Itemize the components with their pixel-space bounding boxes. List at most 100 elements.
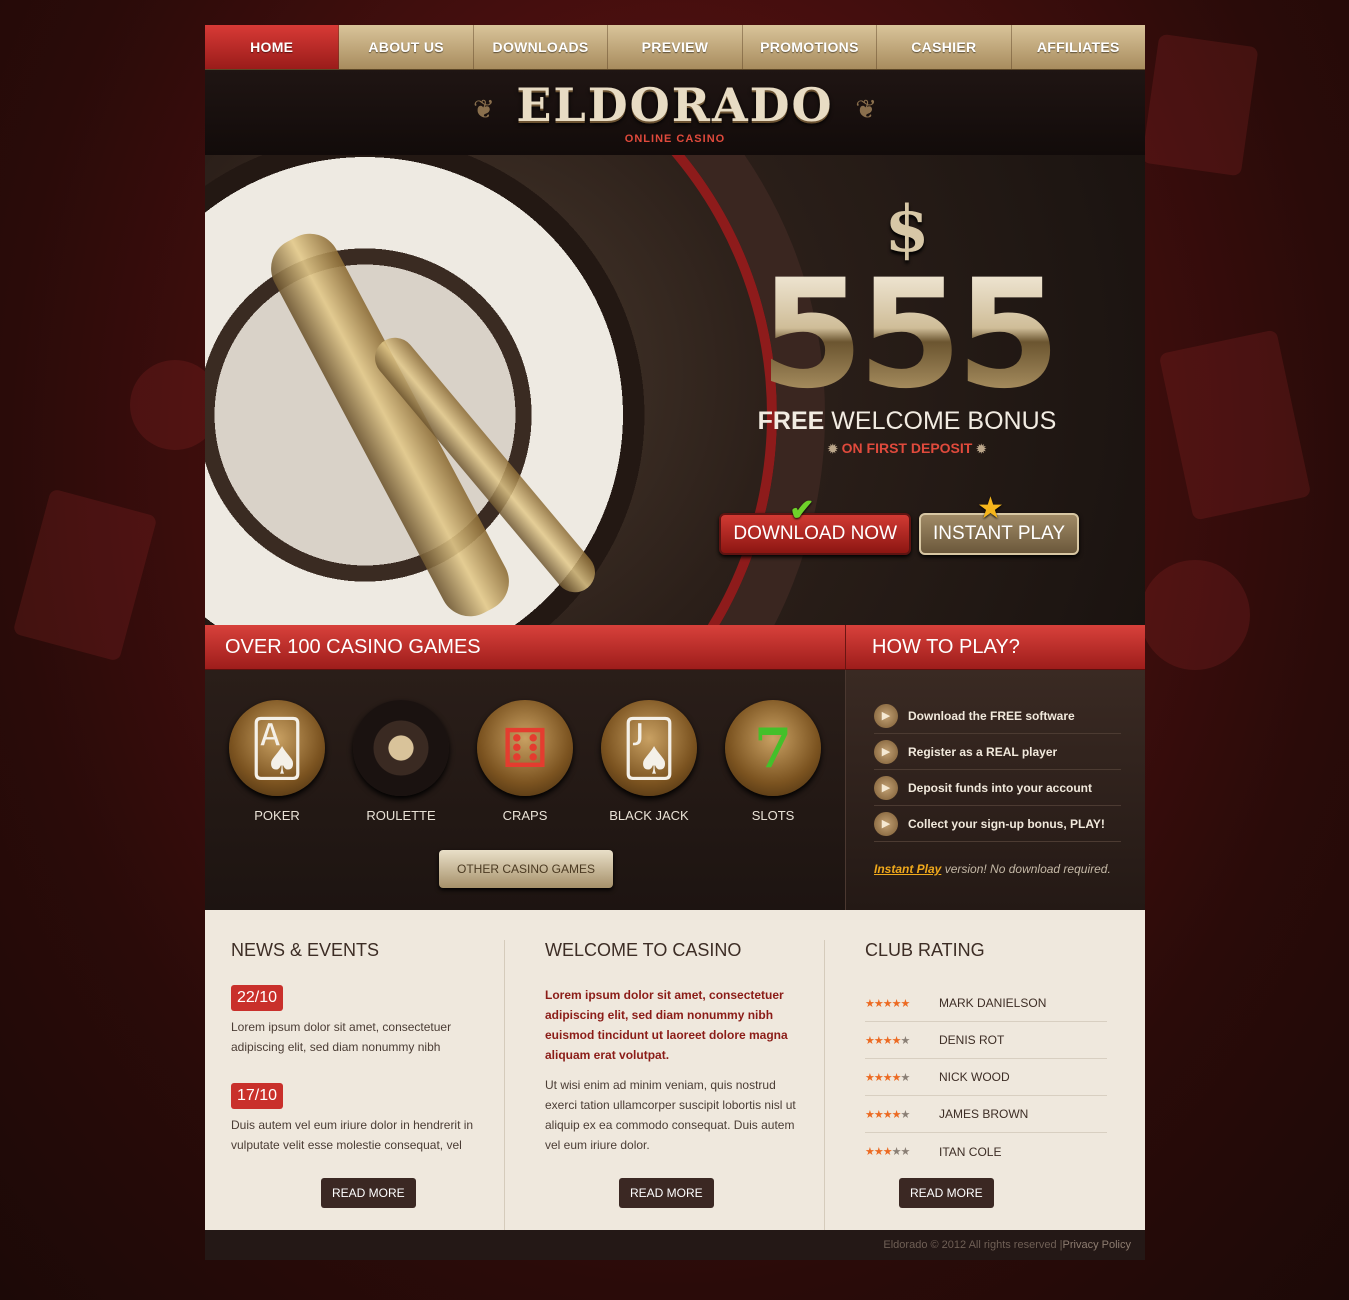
bonus-title-bold: FREE: [757, 407, 825, 435]
nav-item-cashier[interactable]: CASHIER: [877, 25, 1012, 69]
how-step-text: Register as a REAL player: [908, 744, 1058, 759]
rating-name: JAMES BROWN: [939, 1107, 1029, 1121]
games-heading: OVER 100 CASINO GAMES: [205, 625, 845, 670]
logo-title[interactable]: ELDORADO: [516, 81, 833, 129]
rating-stars: ★★★★★: [865, 1071, 939, 1084]
star-icon: ★: [865, 1034, 875, 1047]
star-icon: ★: [882, 1108, 893, 1121]
game-label: ROULETTE: [366, 808, 436, 823]
top-navigation: HOME ABOUT US DOWNLOADS PREVIEW PROMOTIO…: [205, 25, 1145, 70]
rating-row: ★★★★★ NICK WOOD: [865, 1059, 1107, 1096]
game-label: POKER: [254, 808, 300, 823]
download-now-label: DOWNLOAD NOW: [733, 523, 898, 544]
nav-item-promotions[interactable]: PROMOTIONS: [743, 25, 878, 69]
star-icon: ★: [900, 1108, 911, 1121]
game-black-jack[interactable]: 🂫 BLACK JACK: [594, 700, 704, 823]
bonus-title: FREE WELCOME BONUS: [717, 407, 1097, 436]
news-text: Duis autem vel eum iriure dolor in hendr…: [231, 1118, 474, 1152]
news-date: 22/10: [231, 985, 284, 1011]
page-container: HOME ABOUT US DOWNLOADS PREVIEW PROMOTIO…: [205, 25, 1145, 1260]
star-icon: ★: [891, 997, 902, 1010]
rating-name: MARK DANIELSON: [939, 996, 1047, 1010]
how-step-text: Download the FREE software: [908, 708, 1075, 723]
footer: Eldorado © 2012 All rights reserved | Pr…: [205, 1230, 1145, 1260]
news-text: Lorem ipsum dolor sit amet, consectetuer…: [231, 1020, 452, 1054]
sparkle-icon: ✹: [827, 442, 838, 456]
rating-read-more-button[interactable]: READ MORE: [899, 1178, 994, 1208]
content-section: NEWS & EVENTS 22/10 Lorem ipsum dolor si…: [205, 910, 1145, 1230]
star-icon: ★: [882, 1071, 893, 1084]
games-list: 🂡 POKER ROULETTE ⚅ CRAPS 🂫 BLACK JACK 7 …: [205, 670, 845, 823]
game-slots[interactable]: 7 SLOTS: [718, 700, 828, 823]
rating-row: ★★★★★ DENIS ROT: [865, 1022, 1107, 1059]
welcome-heading: WELCOME TO CASINO: [545, 940, 742, 960]
rating-row: ★★★★★ MARK DANIELSON: [865, 985, 1107, 1022]
bonus-subtitle: ✹ ON FIRST DEPOSIT ✹: [717, 440, 1097, 456]
rating-row: ★★★★★ JAMES BROWN: [865, 1096, 1107, 1133]
star-icon: ★: [891, 1146, 902, 1158]
star-icon: ★: [882, 1146, 893, 1158]
bonus-subtitle-text: ON FIRST DEPOSIT: [841, 440, 973, 456]
checkmark-icon: ✔: [789, 494, 815, 527]
arrow-right-icon: ▶: [874, 703, 898, 728]
star-icon: ★: [900, 1071, 911, 1084]
other-casino-games-button[interactable]: OTHER CASINO GAMES: [439, 850, 613, 888]
nav-item-preview[interactable]: PREVIEW: [608, 25, 743, 69]
nav-item-about-us[interactable]: ABOUT US: [339, 25, 474, 69]
nav-item-downloads[interactable]: DOWNLOADS: [474, 25, 609, 69]
rating-stars: ★★★★★: [865, 1108, 939, 1121]
logo-bar: ❦ ❦ ELDORADO ONLINE CASINO: [205, 70, 1145, 155]
nav-item-home[interactable]: HOME: [205, 25, 340, 69]
welcome-column: WELCOME TO CASINO Lorem ipsum dolor sit …: [505, 940, 825, 1230]
how-step: ▶ Deposit funds into your account: [874, 770, 1121, 806]
star-icon: ★: [873, 1071, 884, 1084]
instant-play-note: Instant Play version! No download requir…: [874, 860, 1121, 878]
instant-play-label: INSTANT PLAY: [933, 523, 1065, 544]
news-column: NEWS & EVENTS 22/10 Lorem ipsum dolor si…: [231, 940, 505, 1230]
star-icon: ★: [900, 997, 911, 1010]
logo-subtitle: ONLINE CASINO: [624, 132, 726, 145]
news-date: 17/10: [231, 1083, 284, 1109]
star-icon: ★: [873, 1146, 884, 1158]
download-now-button[interactable]: ✔ DOWNLOAD NOW: [719, 494, 912, 555]
hero-banner: $ 555 FREE WELCOME BONUS ✹ ON FIRST DEPO…: [205, 155, 1145, 625]
star-icon: ★: [891, 1071, 902, 1084]
dice-icon: ⚅: [477, 700, 573, 796]
background-card-decoration: [1158, 329, 1312, 521]
rating-heading: CLUB RATING: [865, 940, 985, 960]
left-ornament-icon: ❦: [473, 94, 495, 124]
how-step-text: Deposit funds into your account: [908, 780, 1093, 795]
game-poker[interactable]: 🂡 POKER: [222, 700, 332, 823]
bonus-title-rest: WELCOME BONUS: [831, 407, 1057, 435]
rating-stars: ★★★★★: [865, 1034, 939, 1047]
game-craps[interactable]: ⚅ CRAPS: [470, 700, 580, 823]
nav-item-affiliates[interactable]: AFFILIATES: [1012, 25, 1145, 69]
star-icon: ★: [865, 1071, 875, 1084]
poker-cards-icon: 🂡: [229, 700, 325, 796]
game-label: CRAPS: [502, 808, 548, 823]
games-panel: OVER 100 CASINO GAMES 🂡 POKER ROULETTE ⚅…: [205, 625, 845, 910]
blackjack-cards-icon: 🂫: [601, 700, 697, 796]
rating-row: ★★★★★ ITAN COLE: [865, 1133, 1107, 1170]
star-icon: ★: [865, 1108, 875, 1121]
background-card-decoration: [1141, 33, 1259, 177]
welcome-intro: Lorem ipsum dolor sit amet, consectetuer…: [545, 988, 788, 1062]
roulette-wheel-icon: [353, 700, 449, 796]
games-body: 🂡 POKER ROULETTE ⚅ CRAPS 🂫 BLACK JACK 7 …: [205, 670, 845, 910]
instant-play-button[interactable]: ★ INSTANT PLAY: [919, 492, 1079, 555]
rating-name: DENIS ROT: [939, 1033, 1005, 1047]
privacy-policy-link[interactable]: Privacy Policy: [1063, 1239, 1131, 1251]
news-read-more-button[interactable]: READ MORE: [321, 1178, 416, 1208]
star-icon: ★: [873, 1034, 884, 1047]
instant-play-link[interactable]: Instant Play: [874, 862, 941, 876]
background-card-decoration: [12, 488, 158, 662]
star-icon: ★: [865, 1146, 875, 1158]
game-roulette[interactable]: ROULETTE: [346, 700, 456, 823]
instant-play-note-text: version! No download required.: [941, 862, 1111, 876]
how-to-play-body: ▶ Download the FREE software ▶ Register …: [845, 670, 1145, 910]
how-to-play-panel: HOW TO PLAY? ▶ Download the FREE softwar…: [845, 625, 1145, 910]
how-to-play-heading: HOW TO PLAY?: [845, 625, 1145, 670]
how-step: ▶ Register as a REAL player: [874, 734, 1121, 770]
welcome-read-more-button[interactable]: READ MORE: [619, 1178, 714, 1208]
arrow-right-icon: ▶: [874, 739, 898, 764]
